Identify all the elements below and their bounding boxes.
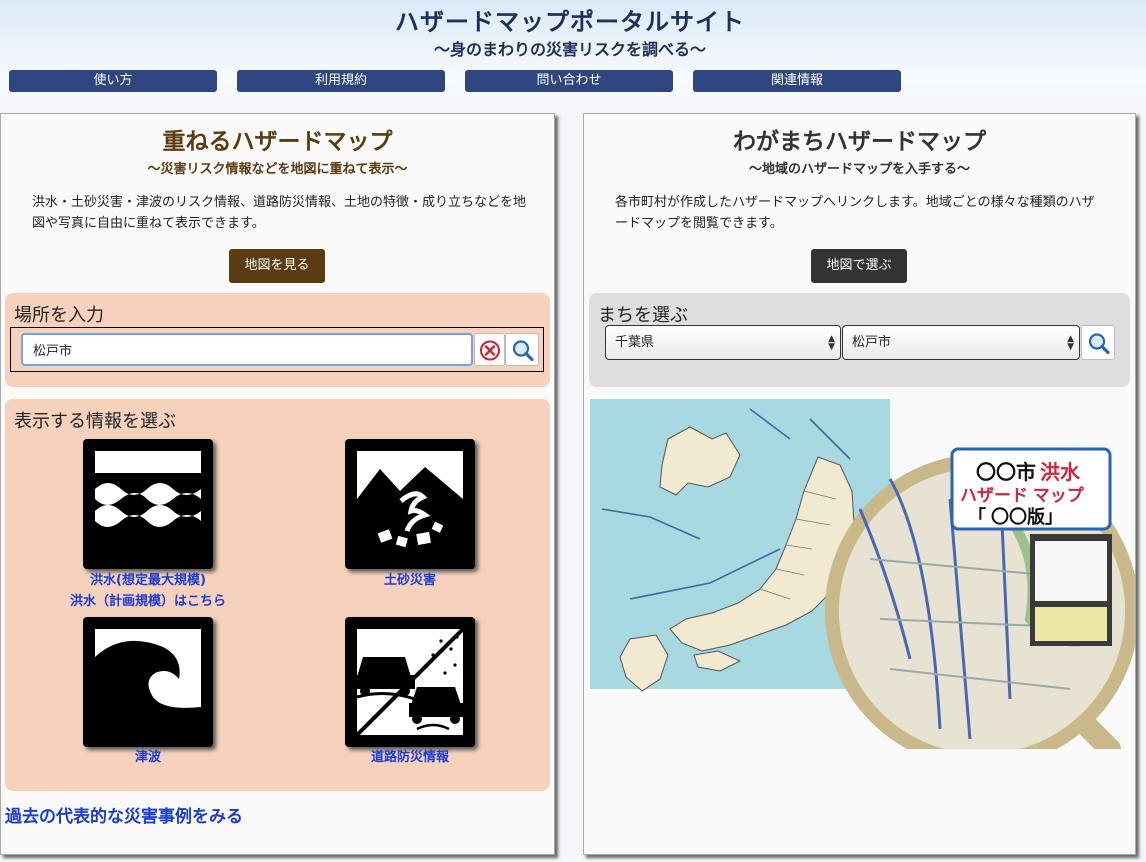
- right-panel-title: わがまちハザードマップ: [733, 129, 986, 155]
- tsunami-label[interactable]: 津波: [28, 747, 268, 768]
- landslide-label[interactable]: 土砂災害: [290, 570, 530, 591]
- left-panel-subtitle: 〜災害リスク情報などを地図に重ねて表示〜: [147, 162, 408, 177]
- left-panel-title: 重ねるハザードマップ: [162, 129, 393, 155]
- nav-related-button[interactable]: 関連情報: [693, 70, 901, 92]
- past-disaster-link[interactable]: 過去の代表的な災害事例をみる: [5, 802, 243, 827]
- search-icon: [1088, 333, 1110, 355]
- city-value: 松戸市: [852, 335, 892, 350]
- landslide-tile[interactable]: [345, 439, 475, 569]
- sign-line1b: 洪水: [1040, 461, 1081, 484]
- clear-button[interactable]: [474, 333, 505, 366]
- sign-line1a: 〇〇市: [976, 460, 1036, 484]
- overlay-hazard-map-panel: 重ねるハザードマップ 〜災害リスク情報などを地図に重ねて表示〜 洪水・土砂災害・…: [0, 113, 555, 855]
- info-select-box: 表示する情報を選ぶ 洪水(想定最大規模) 洪水（計画規模）はこちら 土砂災害 津…: [5, 399, 550, 791]
- site-title: ハザードマップポータルサイト: [395, 8, 745, 36]
- japan-map-image[interactable]: 〇〇市 洪水 ハザード マップ 「 〇〇版」: [590, 399, 1139, 768]
- flood-icon: [93, 449, 203, 559]
- road-disaster-icon: [355, 627, 465, 737]
- site-header: ハザードマップポータルサイト 〜身のまわりの災害リスクを調べる〜 使い方 利用規…: [0, 0, 1146, 112]
- city-select[interactable]: 松戸市 ▲ ▼: [842, 325, 1080, 360]
- prefecture-select[interactable]: 千葉県 ▲ ▼: [605, 325, 841, 360]
- search-icon: [512, 340, 534, 362]
- tsunami-icon: [95, 629, 201, 735]
- nav-terms-button[interactable]: 利用規約: [237, 70, 445, 92]
- place-search-button[interactable]: [505, 333, 539, 366]
- flood-tile[interactable]: [83, 439, 213, 569]
- prefecture-value: 千葉県: [615, 335, 655, 350]
- japan-map-illustration: 〇〇市 洪水 ハザード マップ 「 〇〇版」: [590, 399, 1139, 768]
- flood-label[interactable]: 洪水(想定最大規模): [28, 570, 268, 591]
- sign-line2: ハザード マップ: [960, 485, 1085, 505]
- town-search-button[interactable]: [1081, 325, 1115, 360]
- clear-icon: [480, 340, 500, 361]
- flood-plan-label[interactable]: 洪水（計画規模）はこちら: [28, 591, 268, 612]
- left-panel-description: 洪水・土砂災害・津波のリスク情報、道路防災情報、土地の特徴・成り立ちなどを地図や…: [32, 195, 527, 231]
- site-subtitle: 〜身のまわりの災害リスクを調べる〜: [433, 40, 706, 59]
- right-panel-description: 各市町村が作成したハザードマップへリンクします。地域ごとの様々な種類のハザードマ…: [615, 195, 1095, 231]
- local-hazard-map-panel: わがまちハザードマップ 〜地域のハザードマップを入手する〜 各市町村が作成したハ…: [583, 113, 1139, 855]
- road-disaster-label[interactable]: 道路防災情報: [290, 747, 530, 768]
- place-input-title: 場所を入力: [14, 305, 104, 326]
- road-disaster-tile[interactable]: [345, 617, 475, 747]
- nav-usage-button[interactable]: 使い方: [9, 70, 217, 92]
- right-panel-subtitle: 〜地域のハザードマップを入手する〜: [748, 162, 970, 177]
- view-map-button[interactable]: 地図を見る: [229, 249, 325, 283]
- place-input-box: 場所を入力: [5, 293, 550, 387]
- town-select-title: まちを選ぶ: [598, 305, 688, 326]
- landslide-icon: [357, 451, 463, 557]
- choose-on-map-button[interactable]: 地図で選ぶ: [811, 249, 907, 283]
- select-arrows-icon: ▲ ▼: [1067, 334, 1074, 352]
- sign-line3: 「 〇〇版」: [968, 506, 1063, 527]
- town-select-box: まちを選ぶ 千葉県 ▲ ▼ 松戸市 ▲ ▼: [589, 293, 1130, 387]
- info-select-title: 表示する情報を選ぶ: [14, 411, 176, 432]
- place-search-frame: [10, 327, 544, 372]
- nav-contact-button[interactable]: 問い合わせ: [465, 70, 673, 92]
- place-search-input[interactable]: [21, 333, 473, 366]
- select-arrows-icon: ▲ ▼: [828, 334, 835, 352]
- tsunami-tile[interactable]: [83, 617, 213, 747]
